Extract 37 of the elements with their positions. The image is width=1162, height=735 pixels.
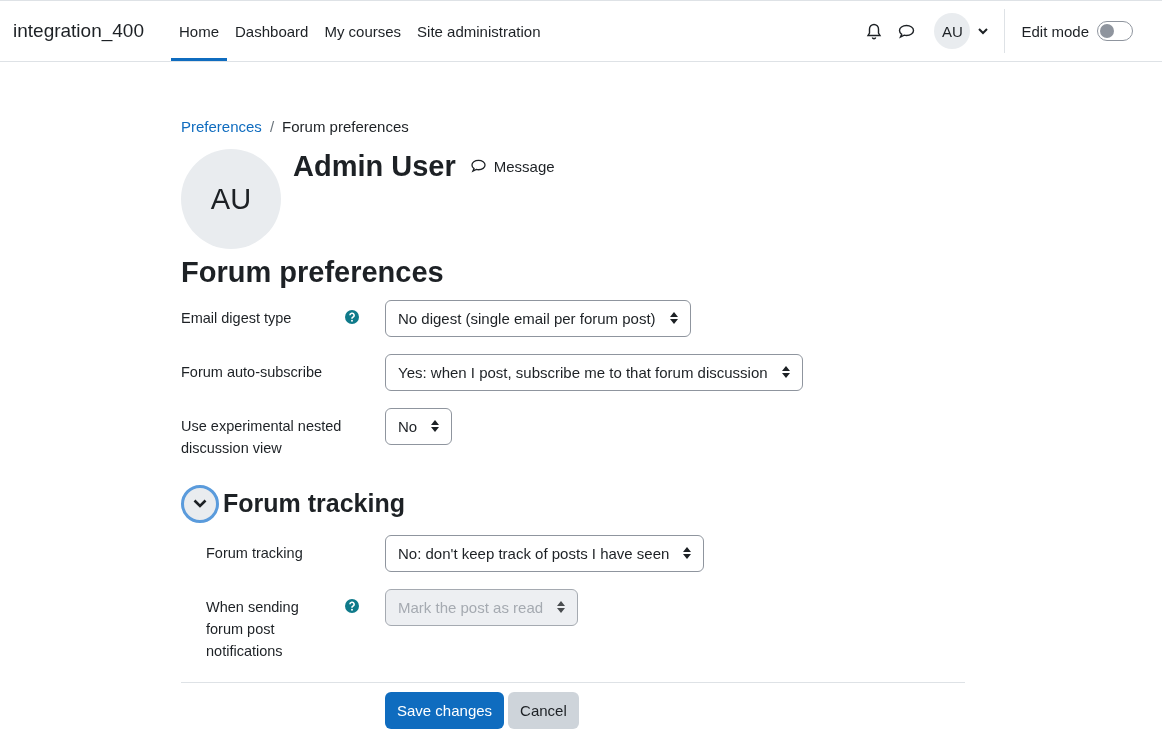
nav-tab[interactable]: Site administration [409, 1, 549, 61]
select-field[interactable]: No: don't keep track of posts I have seen [385, 534, 705, 572]
section-title: Forum tracking [223, 489, 405, 519]
caret-icon[interactable] [978, 27, 989, 35]
select-field[interactable]: No [385, 407, 453, 445]
field-label: Forum auto-subscribe [181, 362, 324, 382]
nav-tab[interactable]: My courses [316, 1, 410, 61]
sort-arrows-icon [683, 547, 692, 560]
edit-mode-switch[interactable] [1097, 21, 1133, 41]
save-button[interactable]: Save changes [385, 691, 505, 729]
collapse-button[interactable] [181, 484, 219, 523]
cancel-button[interactable]: Cancel [508, 691, 579, 729]
nav-tab[interactable]: Home [171, 1, 227, 61]
field-label: Use experimental nested discussion view [181, 416, 343, 458]
field-label: When sending forum post notifications [206, 597, 300, 661]
profile-avatar: AU [181, 149, 281, 249]
select-field[interactable]: No digest (single email per forum post) [385, 299, 691, 337]
chevron-down-icon [193, 499, 207, 509]
breadcrumb-link[interactable]: Preferences [181, 118, 262, 135]
field-label: Forum tracking [206, 543, 304, 563]
select-field[interactable]: Yes: when I post, subscribe me to that forum discussion [385, 353, 803, 391]
user-name: Admin User [293, 149, 456, 184]
message-link[interactable]: Message [469, 153, 555, 179]
help-icon[interactable] [345, 309, 359, 324]
current-page-label: Forum preferences [282, 118, 409, 135]
chat-bubble-icon [469, 159, 487, 173]
nav-tab[interactable]: Dashboard [227, 1, 317, 61]
sort-arrows-icon [669, 312, 678, 325]
site-name[interactable]: integration_400 [13, 1, 144, 61]
user-avatar[interactable]: AU [934, 13, 971, 49]
breadcrumb-separator: / [269, 118, 275, 135]
field-label: Email digest type [181, 308, 293, 328]
sort-arrows-icon [431, 420, 440, 433]
sort-arrows-icon [557, 601, 566, 614]
sort-arrows-icon [781, 366, 790, 379]
edit-mode-label: Edit mode [1021, 22, 1089, 40]
page-title: Forum preferences [181, 257, 445, 289]
